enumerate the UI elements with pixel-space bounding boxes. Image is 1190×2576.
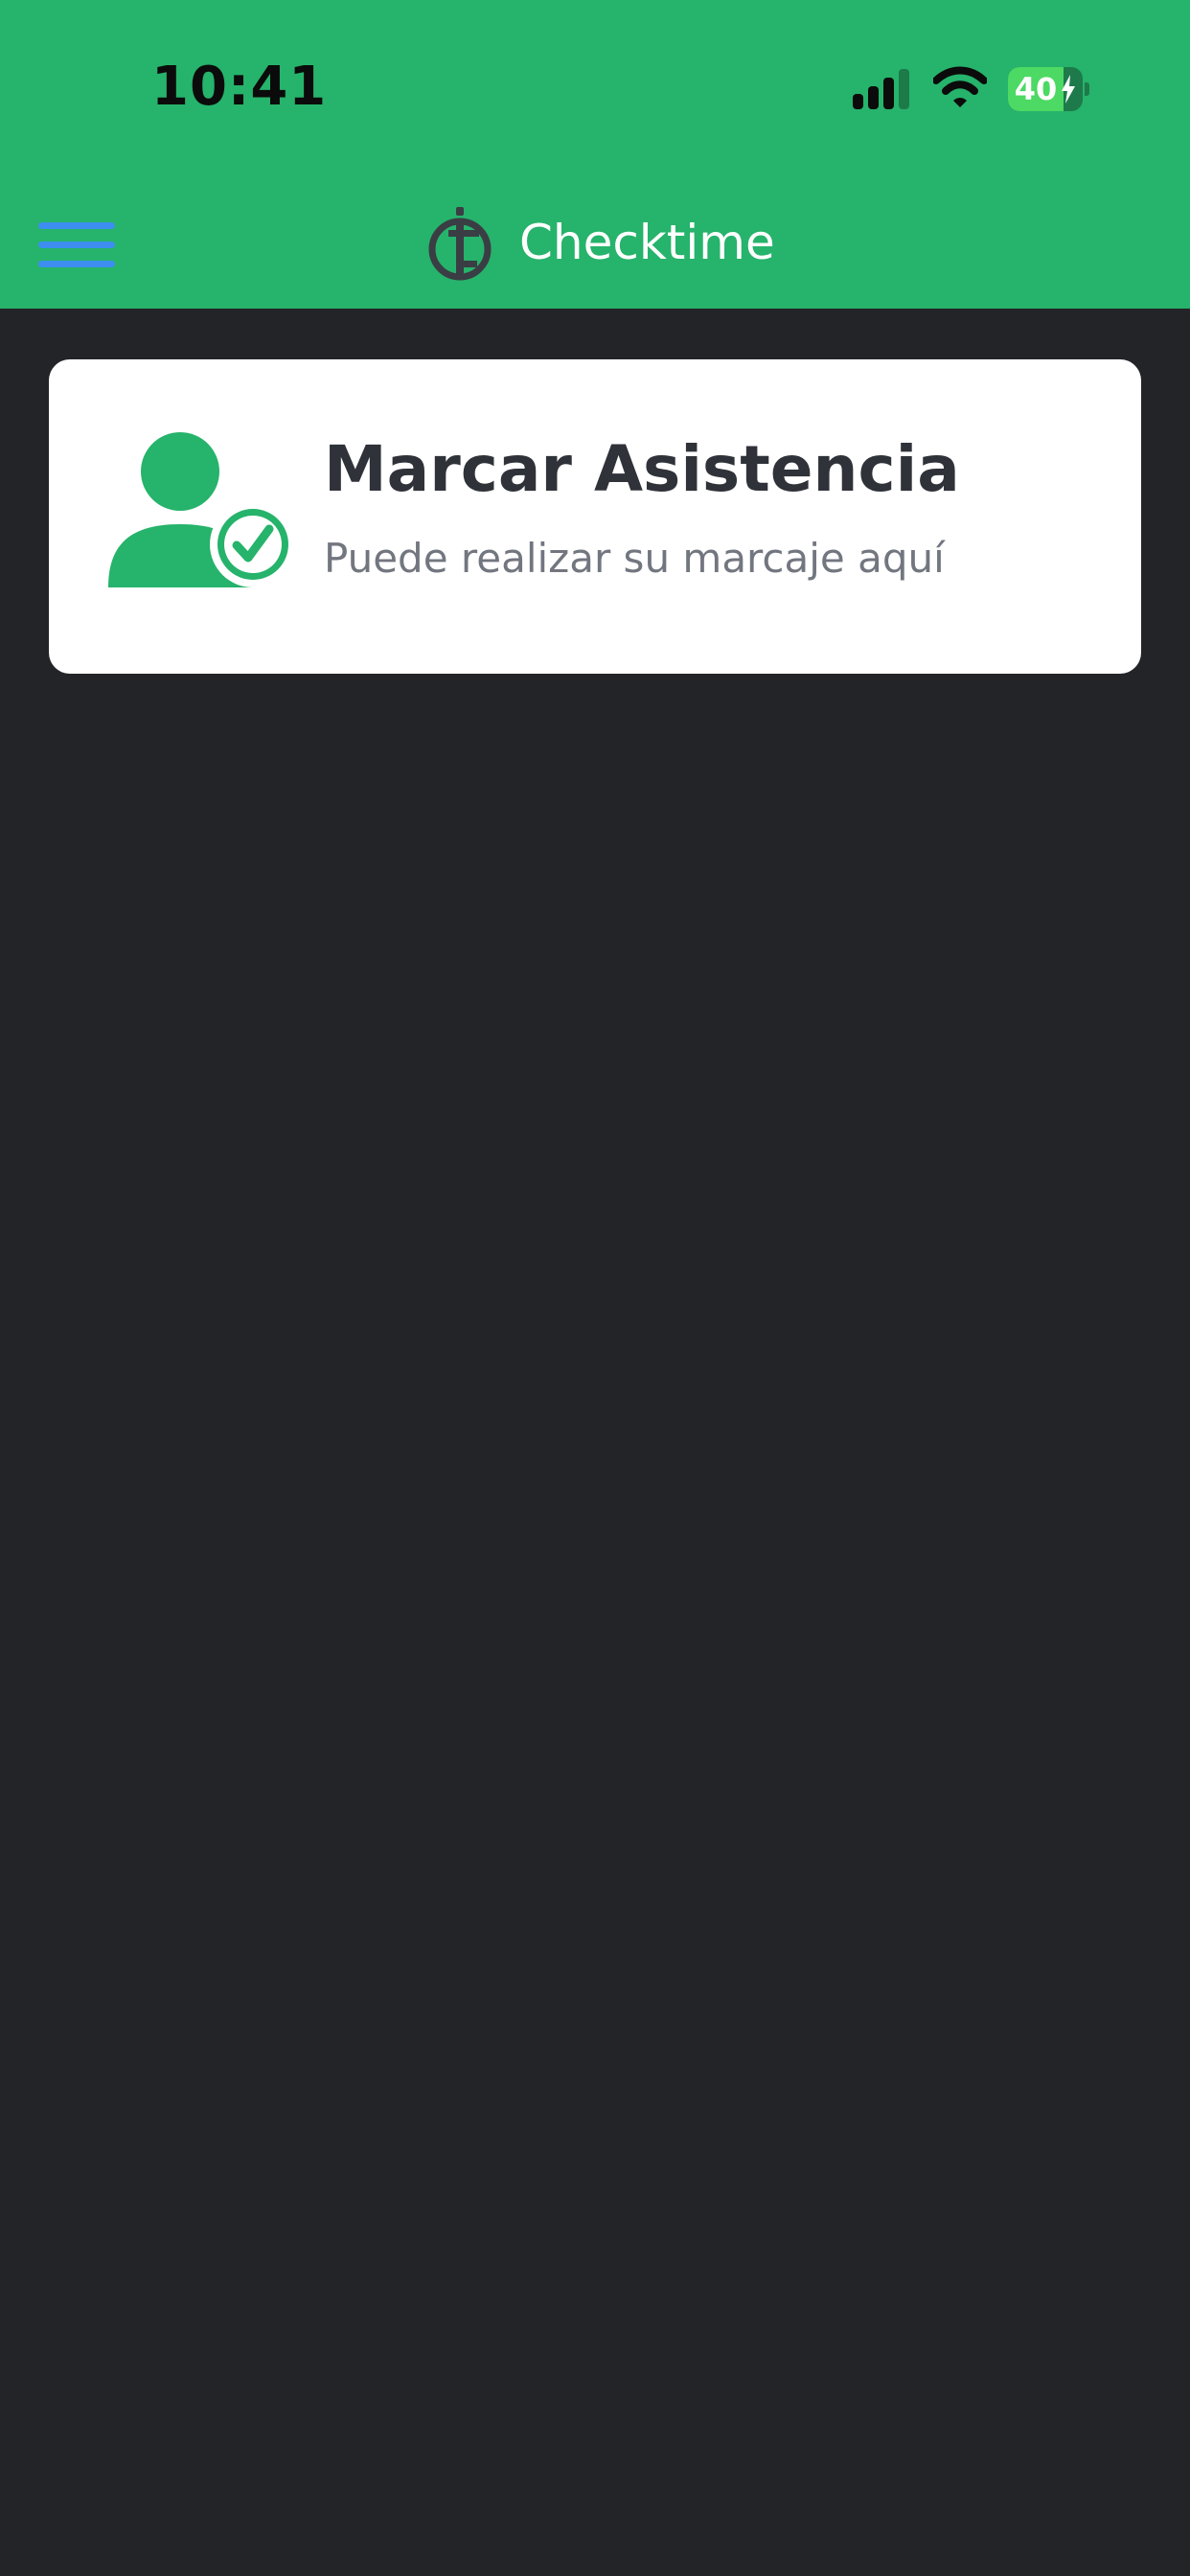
status-time: 10:41	[151, 56, 328, 118]
checktime-logo-icon	[428, 207, 492, 281]
signal-icon	[853, 69, 909, 109]
battery-icon: 40	[1008, 67, 1090, 111]
user-check-icon	[108, 432, 296, 587]
card-subtitle: Puede realizar su marcaje aquí	[324, 535, 945, 582]
wifi-icon	[933, 66, 987, 107]
app-title: Checktime	[519, 215, 775, 270]
card-title: Marcar Asistencia	[324, 432, 960, 506]
hamburger-menu-icon[interactable]	[38, 218, 115, 270]
app-header: 10:41 40 Checktime	[0, 0, 1190, 309]
charging-bolt-icon	[1062, 75, 1075, 104]
battery-level: 40	[1014, 71, 1058, 107]
mark-attendance-card[interactable]: Marcar Asistencia Puede realizar su marc…	[49, 359, 1141, 674]
